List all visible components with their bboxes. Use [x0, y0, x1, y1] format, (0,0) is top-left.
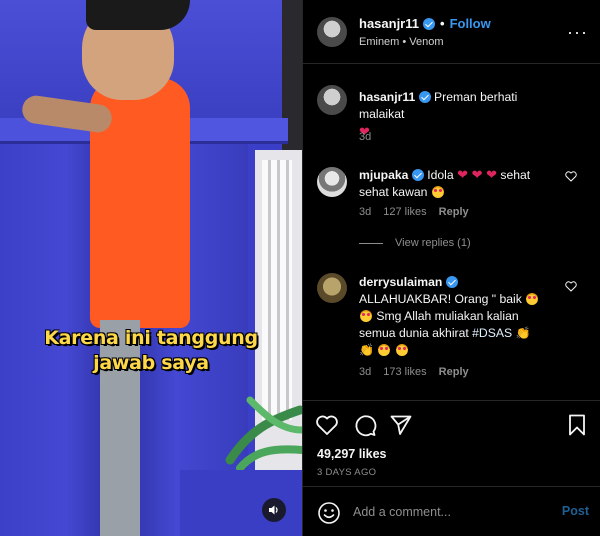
- video-plant: [225, 396, 302, 470]
- sound-toggle-button[interactable]: [262, 498, 286, 522]
- emoji-picker-icon[interactable]: [317, 501, 341, 525]
- like-comment-heart-icon[interactable]: [565, 281, 577, 292]
- hashtag-link[interactable]: #DSAS: [472, 326, 512, 340]
- audio-track-link[interactable]: Eminem • Venom: [359, 36, 444, 48]
- likes-count[interactable]: 49,297 likes: [317, 447, 387, 461]
- comment-time[interactable]: 3d: [359, 366, 371, 378]
- comment-text: Idola: [427, 168, 454, 182]
- post-timestamp[interactable]: 3 DAYS AGO: [317, 467, 376, 478]
- post-video[interactable]: Karena ini tanggung jawab saya: [0, 0, 302, 536]
- comment-body: mjupaka Idola ❤ ❤ ❤ sehat sehat kawan: [359, 166, 559, 201]
- share-icon[interactable]: [389, 413, 413, 437]
- header-separator: •: [440, 16, 445, 31]
- view-replies-line: [359, 242, 383, 244]
- comment-text: ALLAHUAKBAR! Orang " baik: [359, 292, 522, 306]
- comment-meta: 3d 127 likes Reply: [359, 206, 469, 218]
- like-heart-icon[interactable]: [315, 413, 339, 437]
- heart-eyes-emoji-icon: [431, 186, 444, 198]
- comment-username[interactable]: mjupaka: [359, 168, 408, 182]
- clap-emoji-icon: 👏: [515, 326, 531, 340]
- comment-likes[interactable]: 127 likes: [383, 206, 426, 218]
- verified-badge-icon: [445, 276, 458, 288]
- view-replies-label: View replies (1): [395, 237, 471, 249]
- post-side-panel: hasanjr11 • Follow Eminem • Venom ··· ha…: [302, 0, 600, 536]
- comment-meta: 3d 173 likes Reply: [359, 366, 469, 378]
- post-actions: 49,297 likes 3 DAYS AGO: [303, 400, 600, 486]
- comment-time[interactable]: 3d: [359, 206, 371, 218]
- verified-badge-icon: [418, 91, 431, 103]
- comment-username[interactable]: derrysulaiman: [359, 275, 442, 289]
- heart-eyes-emoji-icon: [526, 293, 539, 305]
- reply-button[interactable]: Reply: [439, 366, 469, 378]
- speaker-icon: [269, 505, 278, 515]
- comment-body: derrysulaiman ALLAHUAKBAR! Orang " baik …: [359, 274, 555, 359]
- save-bookmark-icon[interactable]: [565, 413, 589, 437]
- heart-eyes-emoji-icon: [360, 310, 372, 322]
- comment-icon[interactable]: [353, 413, 377, 437]
- caption-meta: 3d: [359, 131, 371, 143]
- caption-username[interactable]: hasanjr11: [359, 90, 415, 104]
- follow-button[interactable]: Follow: [450, 16, 491, 31]
- avatar[interactable]: [317, 17, 347, 47]
- video-person-hair: [86, 0, 190, 30]
- header-user-line: hasanjr11 • Follow: [359, 16, 491, 31]
- avatar[interactable]: [317, 273, 347, 303]
- add-comment-input[interactable]: [353, 502, 543, 522]
- heart-eyes-emoji-icon: [378, 344, 391, 356]
- video-subtitle: Karena ini tanggung jawab saya: [0, 326, 302, 376]
- post-comment-button[interactable]: Post: [562, 504, 589, 518]
- caption-time[interactable]: 3d: [359, 131, 371, 143]
- avatar[interactable]: [317, 167, 347, 197]
- like-comment-heart-icon[interactable]: [565, 171, 577, 182]
- add-comment-bar: Post: [303, 486, 600, 536]
- caption-body: hasanjr11 Preman berhati malaikat ❤: [359, 89, 559, 141]
- comments-list[interactable]: hasanjr11 Preman berhati malaikat ❤ 3d m…: [303, 65, 600, 400]
- comment-likes[interactable]: 173 likes: [383, 366, 426, 378]
- verified-badge-icon: [411, 169, 424, 181]
- verified-badge-icon: [423, 17, 435, 30]
- video-subtitle-line-2: jawab saya: [93, 352, 209, 374]
- more-options-icon[interactable]: ···: [567, 22, 588, 43]
- video-subtitle-line-1: Karena ini tanggung: [44, 327, 258, 349]
- clap-emoji-icon: 👏: [359, 343, 374, 357]
- red-heart-emoji-icon: ❤ ❤ ❤: [457, 167, 497, 182]
- heart-eyes-emoji-icon: [395, 344, 408, 356]
- header-username[interactable]: hasanjr11: [359, 16, 419, 31]
- post-header: hasanjr11 • Follow Eminem • Venom ···: [303, 0, 600, 64]
- view-replies-button[interactable]: View replies (1): [359, 237, 471, 249]
- reply-button[interactable]: Reply: [439, 206, 469, 218]
- avatar[interactable]: [317, 85, 347, 115]
